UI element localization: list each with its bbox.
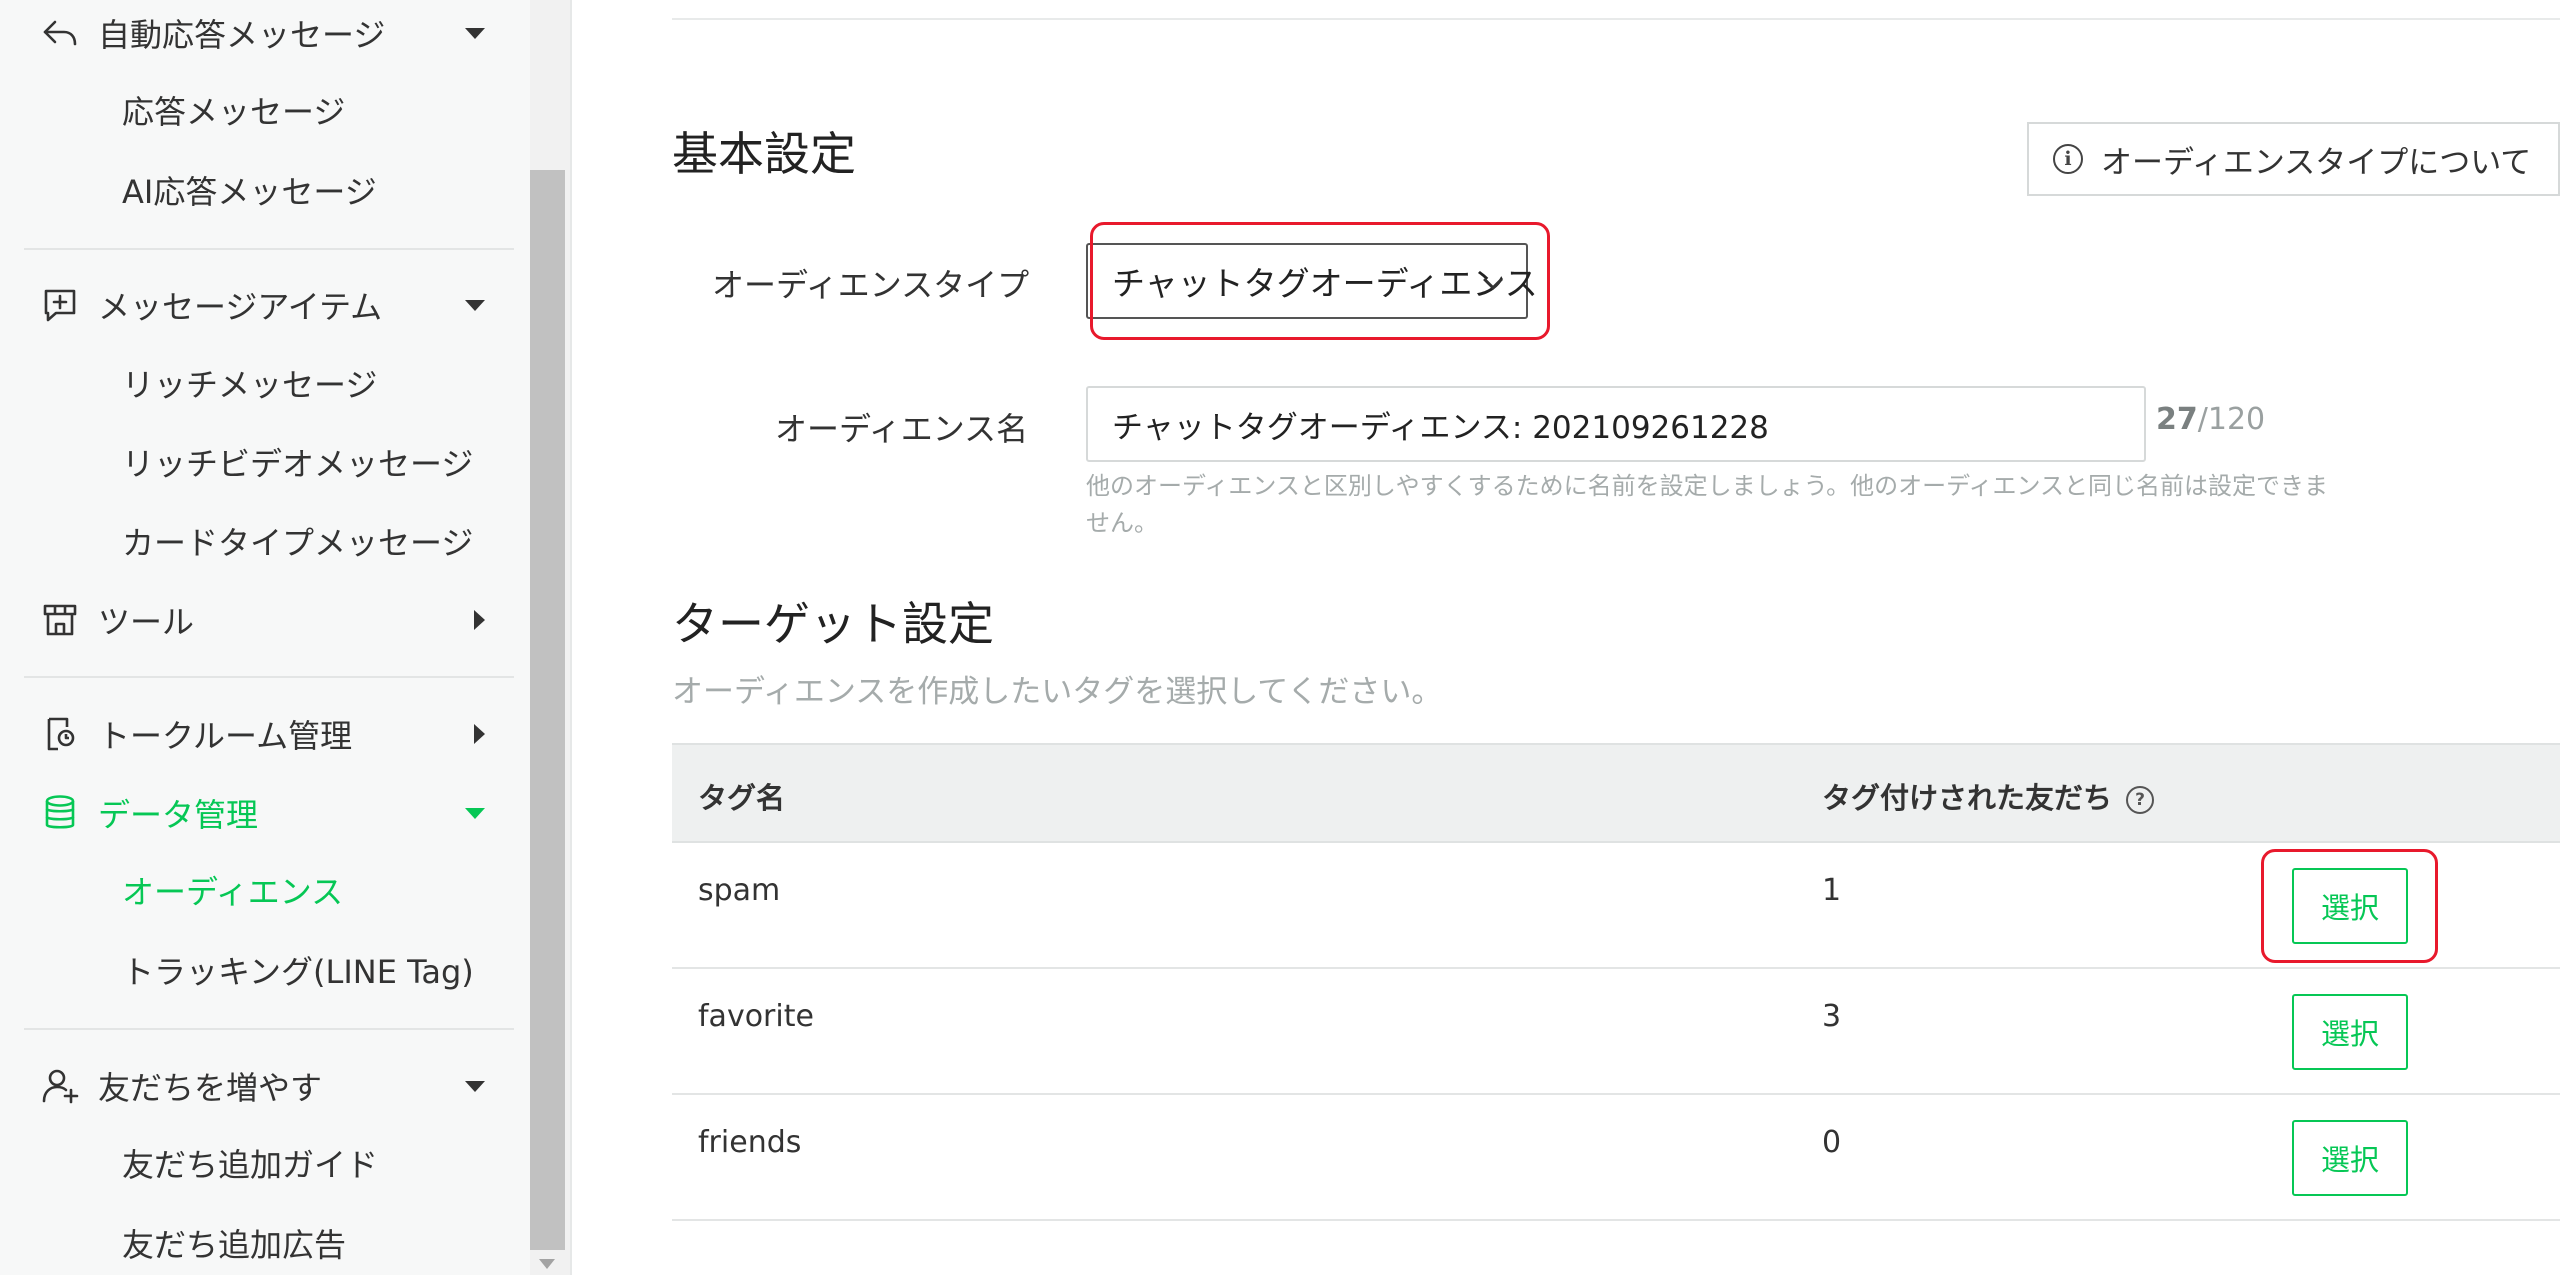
tag-name-cell: spam <box>698 873 781 908</box>
nav-sub-audience[interactable]: オーディエンス <box>122 860 343 920</box>
tag-count-cell: 0 <box>1822 1125 1842 1160</box>
audience-type-select[interactable]: チャットタグオーディエンス <box>1086 243 1538 319</box>
talkroom-icon <box>40 714 80 754</box>
nav-data-management[interactable]: データ管理 <box>0 780 515 846</box>
store-icon <box>40 600 80 640</box>
tag-name-cell: favorite <box>698 999 814 1034</box>
sidebar-scrollbar[interactable] <box>530 0 570 1275</box>
nav-message-items-label: メッセージアイテム <box>98 288 383 326</box>
nav-auto-reply[interactable]: 自動応答メッセージ <box>0 0 515 66</box>
char-count-current: 27 <box>2156 402 2198 437</box>
chevron-right-icon <box>474 724 485 744</box>
select-tag-button[interactable]: 選択 <box>2292 1120 2408 1196</box>
main-content: 基本設定 i オーディエンスタイプについて オーディエンスタイプ チャットタグオ… <box>572 0 2560 1275</box>
column-tagged-friends-label: タグ付けされた友だち <box>1822 781 2113 815</box>
help-icon[interactable]: ? <box>2126 786 2155 814</box>
table-row: friends 0 選択 <box>672 1095 2560 1221</box>
chevron-down-icon <box>465 27 485 39</box>
sidebar-nav: 自動応答メッセージ 応答メッセージ AI応答メッセージ メッセージアイテム リッ… <box>0 0 530 1275</box>
nav-add-friends[interactable]: 友だちを増やす <box>0 1053 515 1119</box>
chevron-down-icon <box>465 1080 485 1092</box>
tag-count-cell: 3 <box>1822 999 1842 1034</box>
tag-count-cell: 1 <box>1822 873 1842 908</box>
tag-name-cell: friends <box>698 1125 802 1160</box>
basic-settings-title: 基本設定 <box>672 127 856 181</box>
sidebar-divider <box>24 1028 514 1030</box>
sidebar-divider <box>24 676 514 678</box>
info-icon: i <box>2053 144 2083 174</box>
audience-name-label: オーディエンス名 <box>775 410 1029 448</box>
add-friend-icon <box>40 1066 80 1106</box>
table-row: favorite 3 選択 <box>672 969 2560 1095</box>
database-icon <box>40 793 80 833</box>
section-divider <box>672 18 2560 20</box>
nav-sub-rich-video[interactable]: リッチビデオメッセージ <box>122 432 473 492</box>
chevron-down-icon <box>465 807 485 819</box>
nav-auto-reply-label: 自動応答メッセージ <box>98 16 386 54</box>
audience-name-help: 他のオーディエンスと区別しやすくするために名前を設定しましょう。他のオーディエン… <box>1086 472 2328 537</box>
target-settings-description: オーディエンスを作成したいタグを選択してください。 <box>672 674 1443 710</box>
char-count-max: /120 <box>2197 402 2266 437</box>
sidebar-divider <box>24 248 514 250</box>
message-add-icon <box>40 285 80 325</box>
column-tag-name: タグ名 <box>698 781 786 815</box>
audience-type-info-label: オーディエンスタイプについて <box>2101 144 2532 181</box>
nav-sub-reply-message[interactable]: 応答メッセージ <box>122 80 345 140</box>
nav-message-items[interactable]: メッセージアイテム <box>0 272 515 338</box>
select-tag-button[interactable]: 選択 <box>2292 868 2408 944</box>
scrollbar-thumb[interactable] <box>530 170 565 1250</box>
nav-talk-room[interactable]: トークルーム管理 <box>0 701 515 767</box>
audience-type-label: オーディエンスタイプ <box>712 266 1030 304</box>
nav-talk-room-label: トークルーム管理 <box>98 717 353 755</box>
reply-icon <box>40 13 80 53</box>
table-row: spam 1 選択 <box>672 843 2560 969</box>
scroll-down-arrow-icon[interactable] <box>539 1259 555 1269</box>
tag-table-header: タグ名 タグ付けされた友だち? <box>672 743 2560 843</box>
audience-type-value: チャットタグオーディエンス <box>1112 264 1538 303</box>
nav-add-friends-label: 友だちを増やす <box>98 1069 323 1107</box>
nav-data-management-label: データ管理 <box>98 796 259 834</box>
audience-name-input[interactable] <box>1086 386 2146 462</box>
nav-sub-ai-reply[interactable]: AI応答メッセージ <box>122 160 377 220</box>
chevron-right-icon <box>474 610 485 630</box>
nav-sub-card-type[interactable]: カードタイプメッセージ <box>122 511 473 571</box>
nav-tools-label: ツール <box>98 603 195 641</box>
nav-tools[interactable]: ツール <box>0 587 515 653</box>
sidebar: 自動応答メッセージ 応答メッセージ AI応答メッセージ メッセージアイテム リッ… <box>0 0 570 1275</box>
chevron-down-icon <box>465 299 485 311</box>
nav-sub-friend-ads[interactable]: 友だち追加広告 <box>122 1213 346 1273</box>
audience-type-info-button[interactable]: i オーディエンスタイプについて <box>2027 122 2560 196</box>
char-counter: 27/120 <box>2156 402 2265 437</box>
column-tagged-friends: タグ付けされた友だち? <box>1822 775 2155 817</box>
select-tag-button[interactable]: 選択 <box>2292 994 2408 1070</box>
nav-sub-friend-guide[interactable]: 友だち追加ガイド <box>122 1133 378 1193</box>
nav-sub-rich-message[interactable]: リッチメッセージ <box>122 353 377 413</box>
target-settings-title: ターゲット設定 <box>672 597 994 651</box>
nav-sub-tracking[interactable]: トラッキング(LINE Tag) <box>122 940 474 1000</box>
